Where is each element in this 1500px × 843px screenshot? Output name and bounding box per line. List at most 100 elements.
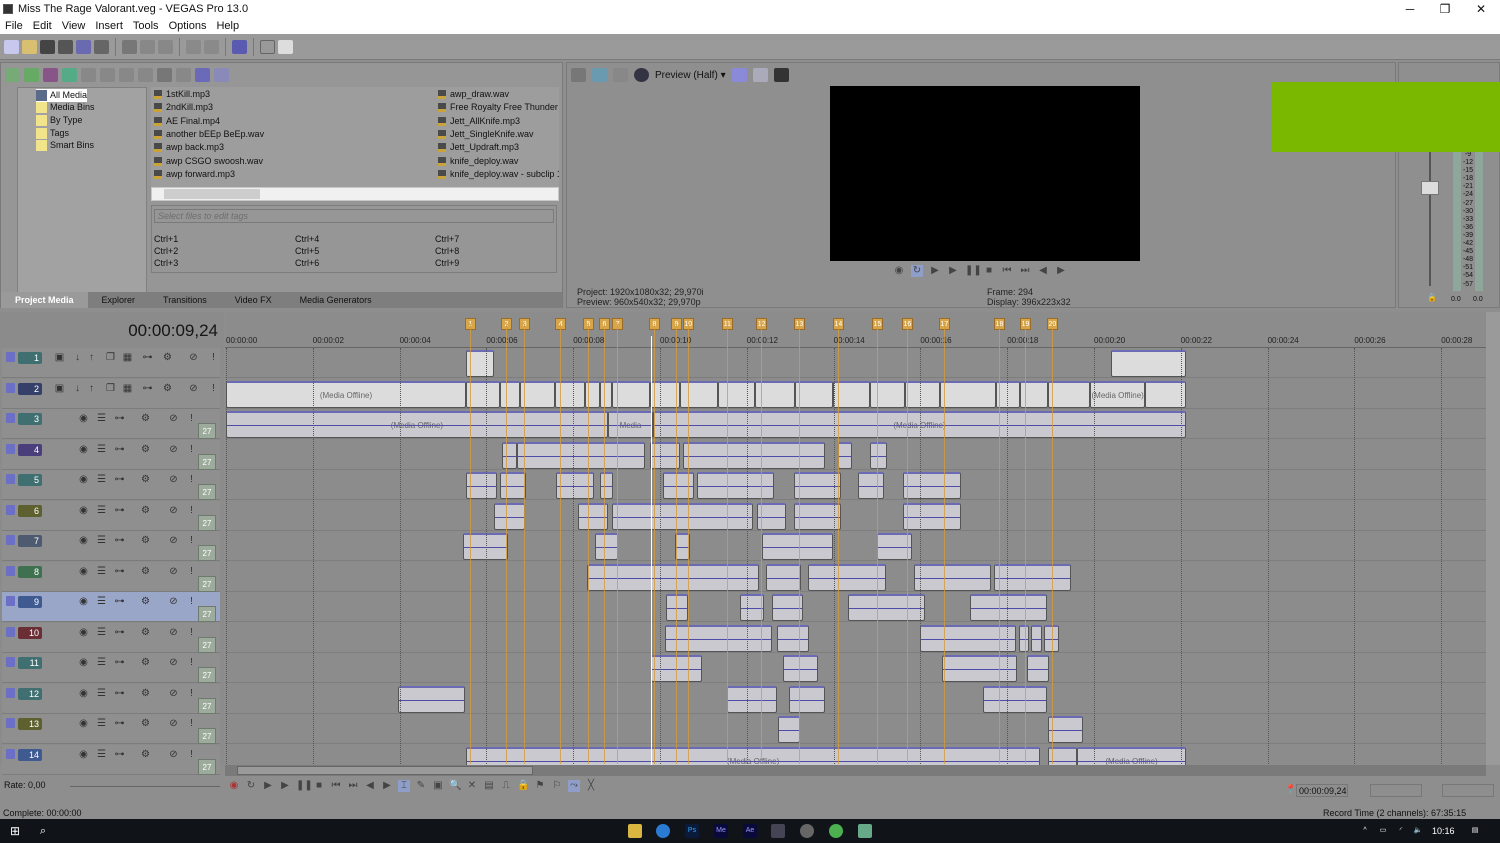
track-row-3[interactable]: (Media Offline) Media (Media Offline) — [225, 409, 1487, 439]
properties-icon[interactable] — [94, 39, 109, 54]
audio-event[interactable] — [494, 502, 526, 530]
file-explorer-icon[interactable] — [628, 824, 642, 838]
audio-event[interactable] — [919, 624, 1016, 652]
audio-event[interactable] — [778, 716, 801, 743]
audio-event[interactable]: Media — [607, 411, 654, 438]
video-event[interactable] — [905, 380, 940, 408]
tab-project-media[interactable]: Project Media — [1, 292, 88, 308]
menu-view[interactable]: View — [57, 18, 91, 34]
video-event[interactable] — [718, 380, 756, 408]
audio-event[interactable] — [903, 472, 962, 499]
menu-insert[interactable]: Insert — [90, 18, 128, 34]
audio-event[interactable] — [994, 563, 1071, 591]
automation-icon[interactable]: ⊶ — [114, 535, 125, 546]
audio-event[interactable]: (Media Offline) — [466, 746, 1041, 765]
stop-icon[interactable]: ■ — [983, 265, 995, 277]
arm-record-icon[interactable]: ◉ — [78, 657, 89, 668]
track-volume-knob[interactable]: 27 — [198, 514, 216, 531]
mute-icon[interactable]: ⊘ — [188, 352, 199, 363]
app-icon[interactable] — [858, 824, 872, 838]
solo-icon[interactable]: ! — [186, 688, 197, 699]
maximize-button[interactable]: ❐ — [1427, 0, 1463, 18]
track-row-9[interactable] — [225, 592, 1487, 622]
track-row-12[interactable] — [225, 684, 1487, 714]
audio-event[interactable] — [969, 594, 1048, 621]
solo-icon[interactable]: ! — [186, 474, 197, 485]
audio-event[interactable] — [1047, 716, 1084, 743]
tree-smart-bins[interactable]: Smart Bins — [36, 139, 94, 152]
media-file[interactable]: Jett_Updraft.mp3 — [437, 141, 559, 154]
record-icon[interactable]: ◉ — [893, 265, 905, 277]
solo-icon[interactable]: ! — [186, 718, 197, 729]
track-fx-icon[interactable]: ⚙ — [140, 474, 151, 485]
after-effects-icon[interactable]: Ae — [743, 824, 757, 838]
track-row-4[interactable] — [225, 440, 1487, 470]
search-icon[interactable]: ⌕ — [36, 824, 50, 838]
go-to-end-icon[interactable]: ⏭ — [347, 780, 359, 792]
video-event[interactable] — [679, 380, 719, 408]
track-minimize-icon[interactable] — [6, 352, 15, 362]
audio-event[interactable] — [1031, 624, 1042, 652]
scrollbar-thumb[interactable] — [164, 189, 260, 199]
audio-event[interactable] — [726, 685, 778, 713]
go-to-end-icon[interactable]: ⏭ — [1019, 265, 1031, 277]
web-icon[interactable] — [62, 68, 77, 82]
track-minimize-icon[interactable] — [6, 504, 15, 515]
invert-phase-icon[interactable]: ☰ — [96, 749, 107, 760]
compositing-mode-icon[interactable]: ▣ — [54, 352, 65, 363]
track-row-13[interactable] — [225, 714, 1487, 744]
track-header-2[interactable]: 2 ▣ ↓ ↑ ❐ ▦ ⊶ ⚙ ⊘! — [2, 378, 220, 409]
automation-icon[interactable]: ⊶ — [114, 688, 125, 699]
audio-event[interactable] — [397, 685, 466, 713]
external-monitor-icon[interactable] — [592, 68, 607, 82]
volume-icon[interactable]: 🔈 — [1411, 824, 1425, 838]
audio-event[interactable] — [663, 472, 694, 499]
arm-record-icon[interactable]: ◉ — [78, 444, 89, 455]
split-screen-icon[interactable] — [634, 68, 649, 82]
mute-icon[interactable]: ⊘ — [168, 566, 179, 577]
mute-icon[interactable]: ⊘ — [168, 413, 179, 424]
track-header-9[interactable]: 9 ◉ ☰ ⊶ ⚙ ⊘! 27 — [2, 592, 220, 622]
lock-icon[interactable]: 🔒 — [1427, 293, 1437, 302]
insert-marker-icon[interactable]: ⚑ — [534, 780, 546, 792]
arm-record-icon[interactable]: ◉ — [78, 749, 89, 760]
copy-icon[interactable] — [140, 39, 155, 54]
overlays-icon[interactable] — [731, 68, 747, 82]
track-header-5[interactable]: 5 ◉ ☰ ⊶ ⚙ ⊘! 27 — [2, 470, 220, 500]
tab-transitions[interactable]: Transitions — [149, 292, 221, 308]
audio-event[interactable] — [837, 441, 852, 469]
audio-event[interactable] — [870, 441, 887, 469]
track-minimize-icon[interactable] — [6, 718, 15, 728]
audio-event[interactable] — [942, 655, 1018, 682]
media-file[interactable]: awp back.mp3 — [153, 141, 433, 154]
record-icon[interactable]: ◉ — [228, 780, 240, 792]
mute-icon[interactable]: ⊘ — [168, 535, 179, 546]
make-compositing-parent-icon[interactable]: ↑ — [86, 383, 97, 394]
automation-icon[interactable]: ⊶ — [114, 413, 125, 424]
wifi-icon[interactable]: ◜ — [1394, 824, 1408, 838]
audio-event[interactable] — [913, 563, 992, 591]
track-fx-icon[interactable]: ⚙ — [140, 566, 151, 577]
media-file[interactable]: 2ndKill.mp3 — [153, 101, 433, 114]
track-header-6[interactable]: 6 ◉ ☰ ⊶ ⚙ ⊘! 27 — [2, 500, 220, 531]
audio-event[interactable] — [594, 533, 618, 560]
media-file[interactable]: awp_draw.wav — [437, 88, 559, 101]
selection-start-field[interactable] — [1370, 784, 1422, 797]
invert-phase-icon[interactable]: ☰ — [96, 718, 107, 729]
save-as-icon[interactable] — [58, 39, 73, 54]
stop-icon[interactable] — [157, 68, 172, 82]
video-event[interactable] — [794, 380, 834, 408]
track-header-11[interactable]: 11 ◉ ☰ ⊶ ⚙ ⊘! 27 — [2, 653, 220, 683]
previous-frame-icon[interactable]: ◀ — [1037, 265, 1049, 277]
audio-event[interactable] — [788, 685, 825, 713]
master-fader-handle[interactable] — [1421, 181, 1439, 195]
remove-icon[interactable] — [81, 68, 96, 82]
track-row-7[interactable] — [225, 531, 1487, 561]
mute-icon[interactable]: ⊘ — [168, 657, 179, 668]
video-event[interactable] — [600, 380, 612, 408]
tree-media-bins[interactable]: Media Bins — [36, 101, 95, 114]
media-file[interactable]: 1stKill.mp3 — [153, 88, 433, 101]
solo-icon[interactable]: ! — [186, 657, 197, 668]
insert-region-icon[interactable]: ⚐ — [551, 780, 563, 792]
video-event[interactable] — [939, 380, 996, 408]
